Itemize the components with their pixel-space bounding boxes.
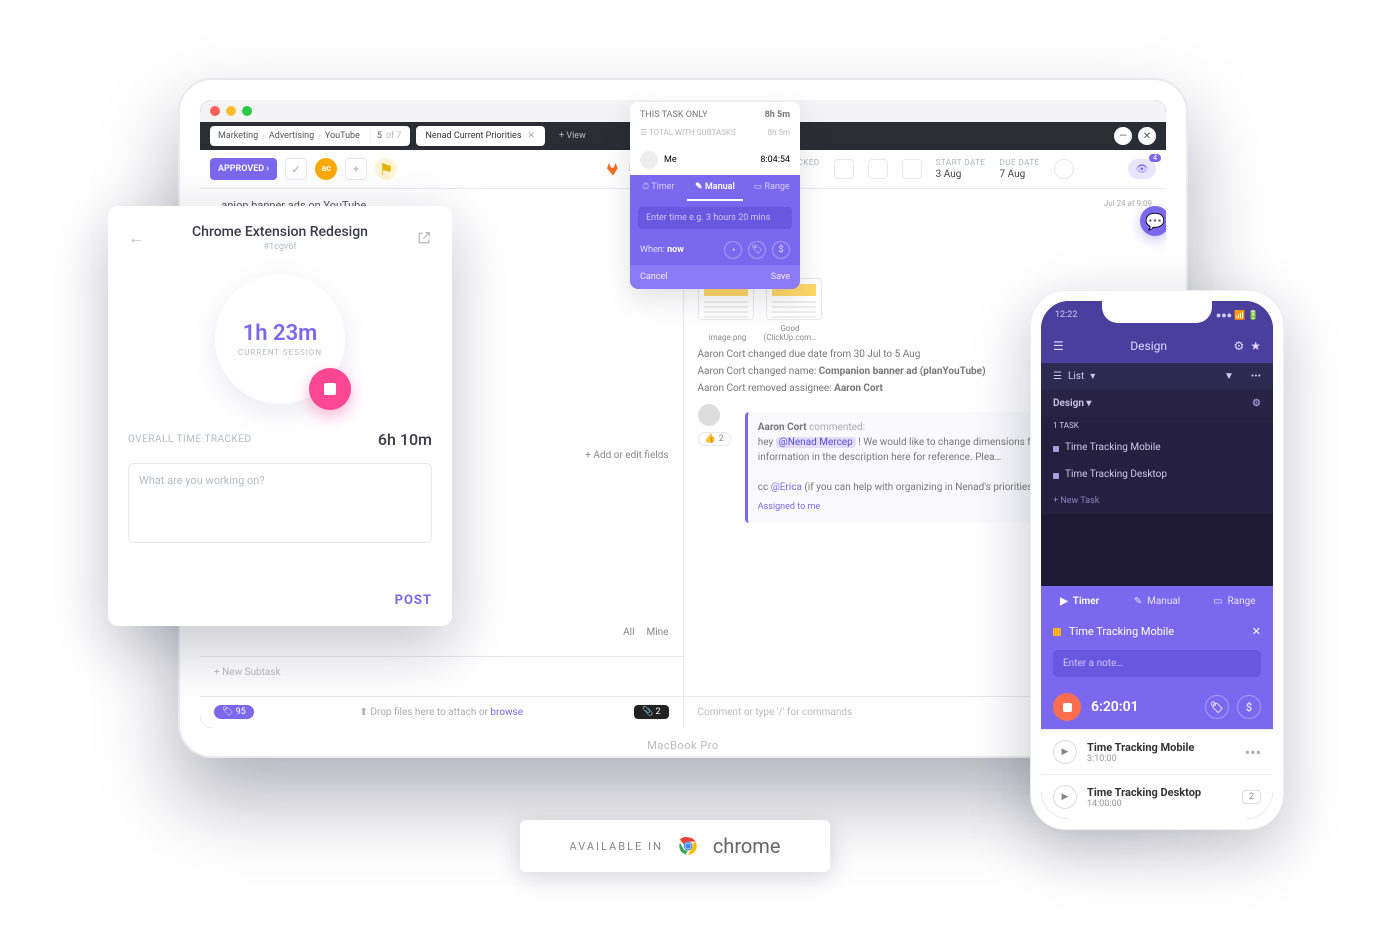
mobile-header: ☰ Design ⚙ ★: [1041, 329, 1273, 363]
task-toolbar: APPROVED › ✓ ac + ⚑ Share •••: [200, 150, 683, 189]
like-button[interactable]: 👍 2: [698, 432, 731, 446]
new-task-button[interactable]: + New Task: [1041, 488, 1273, 514]
filter-mine[interactable]: Mine: [647, 627, 669, 638]
attachment-count-badge[interactable]: 📎 2: [634, 705, 669, 719]
tab-timer[interactable]: ⏱ Timer: [630, 175, 687, 201]
chat-fab-icon[interactable]: 💬: [1140, 206, 1166, 236]
entry-count: 2: [1242, 790, 1261, 804]
tag-count-badge[interactable]: 🏷 95: [214, 705, 254, 719]
filter-icon[interactable]: ▼: [1224, 371, 1234, 382]
tag-icon[interactable]: 🏷: [748, 241, 766, 259]
time-entry[interactable]: ▶ Time Tracking Mobile3:10:00 •••: [1041, 729, 1273, 774]
meta-icon[interactable]: [902, 159, 922, 179]
running-timer: 6:20:01 🏷 $: [1041, 685, 1273, 729]
section-header[interactable]: Design ▾ ⚙: [1041, 390, 1273, 417]
meta-icon[interactable]: [868, 159, 888, 179]
stop-button[interactable]: [1053, 693, 1081, 721]
check-icon[interactable]: ✓: [285, 158, 307, 180]
cancel-button[interactable]: Cancel: [640, 272, 667, 282]
session-timer: 1h 23m CURRENT SESSION: [215, 274, 345, 404]
view-selector[interactable]: ☰ List ▾: [1053, 371, 1095, 382]
priority-flag-icon[interactable]: ⚑: [375, 158, 397, 180]
user-mention[interactable]: @Erica: [771, 482, 802, 493]
menu-icon[interactable]: ☰: [1053, 339, 1064, 353]
gitlab-icon[interactable]: [605, 161, 621, 177]
task-id: #1cgv6f: [192, 242, 368, 252]
close-icon[interactable]: ✕: [527, 131, 535, 141]
back-icon[interactable]: ←: [128, 228, 144, 248]
overall-value: 6h 10m: [378, 430, 432, 449]
star-icon[interactable]: ★: [1250, 339, 1261, 353]
add-view-button[interactable]: + View: [559, 131, 586, 141]
list-item[interactable]: Time Tracking Desktop: [1041, 461, 1273, 488]
tab-manual[interactable]: ✎ Manual: [687, 175, 744, 201]
note-input[interactable]: [128, 463, 432, 543]
post-button[interactable]: POST: [395, 593, 432, 608]
chrome-extension-card: ← Chrome Extension Redesign #1cgv6f 1h 2…: [108, 206, 452, 626]
gear-icon[interactable]: ⚙: [1234, 339, 1245, 353]
watchers-button[interactable]: 👁4: [1128, 159, 1156, 179]
add-assignee-icon[interactable]: +: [345, 158, 367, 180]
new-subtask[interactable]: + New Subtask: [200, 656, 683, 688]
comment-avatar: [698, 404, 720, 426]
tracking-mode-tabs[interactable]: ▶ Timer ✎ Manual ▭ Range: [1041, 586, 1273, 617]
note-input[interactable]: [1053, 650, 1261, 677]
overall-label: OVERALL TIME TRACKED: [128, 434, 252, 445]
user-mention[interactable]: @Nenad Mercep: [776, 437, 856, 448]
open-external-icon[interactable]: [416, 230, 432, 246]
view-tab[interactable]: Nenad Current Priorities ✕: [416, 126, 546, 146]
dollar-icon[interactable]: $: [1237, 695, 1261, 719]
breadcrumb-workspace: Marketing: [218, 131, 258, 141]
play-icon[interactable]: ▶: [1053, 785, 1077, 809]
dollar-icon[interactable]: $: [772, 241, 790, 259]
breadcrumb-folder: YouTube: [325, 131, 360, 141]
assignee-avatar[interactable]: ac: [315, 158, 337, 180]
breadcrumb-space: Advertising: [269, 131, 314, 141]
current-task[interactable]: Time Tracking Mobile ✕: [1041, 617, 1273, 646]
minimize-icon[interactable]: —: [1114, 127, 1132, 145]
filter-all[interactable]: All: [623, 627, 634, 638]
time-entry[interactable]: ▶ Time Tracking Desktop14:00:00 2: [1041, 774, 1273, 819]
tab-timer[interactable]: ▶ Timer: [1041, 586, 1118, 617]
tab-manual[interactable]: ✎ Manual: [1118, 586, 1195, 617]
chrome-icon: [675, 833, 701, 859]
stop-button[interactable]: [309, 368, 351, 410]
task-title: Chrome Extension Redesign: [192, 224, 368, 240]
time-tracking-popover: THIS TASK ONLY8h 5m ☰ TOTAL WITH SUBTASK…: [630, 102, 800, 289]
gear-icon[interactable]: ⚙: [1252, 398, 1261, 409]
breadcrumb[interactable]: Marketing› Advertising› YouTube 5 of 7: [210, 126, 410, 146]
add-edit-fields[interactable]: + Add or edit fields: [585, 450, 668, 461]
task-count: 1 TASK: [1041, 417, 1273, 434]
meta-icon[interactable]: [1054, 159, 1074, 179]
status-pill[interactable]: APPROVED ›: [210, 158, 277, 180]
save-button[interactable]: Save: [771, 272, 790, 282]
meta-icon[interactable]: [834, 159, 854, 179]
iphone-frame: 12:22 ●●● 📶 🔋 ☰ Design ⚙ ★ ☰ List ▾ ▼ ••…: [1030, 290, 1284, 830]
close-icon[interactable]: ✕: [1138, 127, 1156, 145]
tag-icon[interactable]: 🏷: [1205, 695, 1229, 719]
play-icon[interactable]: ▶: [1053, 740, 1077, 764]
close-icon[interactable]: ✕: [1252, 625, 1261, 638]
time-input[interactable]: [638, 207, 792, 229]
chrome-badge[interactable]: AVAILABLE IN chrome: [520, 820, 830, 872]
attachment-dropzone[interactable]: 🏷 95 ⬆ Drop files here to attach or brow…: [200, 696, 683, 728]
tracking-mode-tabs[interactable]: ⏱ Timer ✎ Manual ▭ Range: [630, 175, 800, 201]
more-icon[interactable]: •••: [1251, 371, 1261, 382]
more-icon[interactable]: •••: [1245, 743, 1261, 762]
list-item[interactable]: Time Tracking Mobile: [1041, 434, 1273, 461]
tab-range[interactable]: ▭ Range: [743, 175, 800, 201]
billable-icon[interactable]: ◔: [724, 241, 742, 259]
avatar: [640, 151, 658, 169]
tab-range[interactable]: ▭ Range: [1196, 586, 1273, 617]
